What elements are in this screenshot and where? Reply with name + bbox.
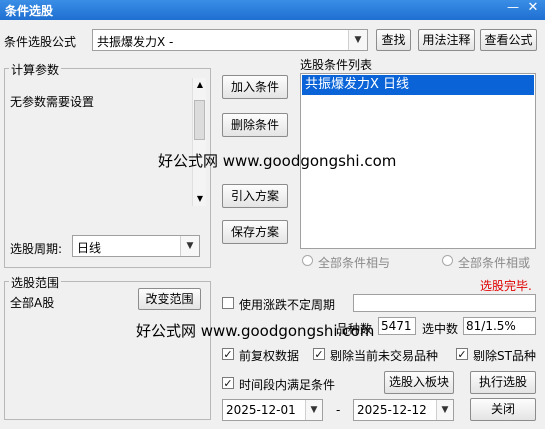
to-block-button[interactable]: 选股入板块 — [384, 371, 454, 394]
period-label: 选股周期: — [10, 242, 63, 256]
params-group-label: 计算参数 — [9, 61, 62, 78]
minimize-icon[interactable]: — — [506, 0, 520, 16]
time-range-label: 时间段内满足条件 — [239, 378, 336, 392]
delete-condition-button[interactable]: 删除条件 — [222, 113, 288, 137]
change-scope-button[interactable]: 改变范围 — [138, 288, 201, 310]
params-scrollbar[interactable]: ▲ ▼ — [192, 78, 206, 206]
formula-value: 共振爆发力X - — [97, 35, 174, 49]
radio-or-label: 全部条件相或 — [458, 256, 531, 270]
radio-or[interactable] — [442, 255, 453, 266]
total-field: 5471 — [378, 317, 416, 335]
window-title: 条件选股 — [5, 4, 54, 18]
remove-st-checkbox[interactable]: ✓ — [456, 348, 468, 360]
params-text: 无参数需要设置 — [10, 95, 95, 109]
remove-st-label: 剔除ST品种 — [473, 349, 536, 363]
checkmark-icon: ✓ — [457, 348, 467, 361]
period-input[interactable] — [353, 294, 536, 312]
selected-value: 81/1.5% — [466, 319, 516, 333]
fq-checkbox[interactable]: ✓ — [222, 348, 234, 360]
use-period-label: 使用涨跌不定周期 — [239, 298, 336, 312]
close-icon[interactable]: ✕ — [525, 0, 541, 16]
remove-untraded-checkbox[interactable]: ✓ — [313, 348, 325, 360]
save-plan-button[interactable]: 保存方案 — [222, 220, 288, 244]
conditions-label: 选股条件列表 — [300, 58, 373, 72]
total-value: 5471 — [381, 319, 412, 333]
time-range-checkbox[interactable]: ✓ — [222, 377, 234, 389]
end-date: 2025-12-12 — [357, 403, 427, 417]
end-date-picker[interactable]: 2025-12-12 ▼ — [353, 399, 454, 421]
run-selection-button[interactable]: 执行选股 — [470, 371, 536, 394]
date-separator: - — [336, 403, 341, 417]
formula-combo[interactable]: 共振爆发力X - ▼ — [92, 29, 368, 51]
status-text: 选股完毕. — [480, 279, 532, 293]
scope-value: 全部A股 — [10, 296, 55, 310]
add-condition-button[interactable]: 加入条件 — [222, 75, 288, 99]
chevron-down-icon[interactable]: ▼ — [348, 30, 367, 50]
chevron-down-icon[interactable]: ▼ — [180, 236, 199, 256]
fq-label: 前复权数据 — [239, 349, 300, 363]
period-value: 日线 — [77, 241, 102, 255]
close-button[interactable]: 关闭 — [470, 398, 536, 421]
watermark-text: 好公式网 www.goodgongshi.com — [158, 152, 397, 170]
formula-label: 条件选股公式 — [4, 35, 77, 49]
condition-item[interactable]: 共振爆发力X 日线 — [302, 75, 534, 95]
period-combo[interactable]: 日线 ▼ — [72, 235, 200, 257]
scroll-thumb[interactable] — [194, 100, 205, 140]
radio-and[interactable] — [302, 255, 313, 266]
find-button[interactable]: 查找 — [376, 29, 411, 51]
use-period-checkbox[interactable] — [222, 297, 234, 309]
radio-and-label: 全部条件相与 — [318, 256, 391, 270]
checkmark-icon: ✓ — [314, 348, 324, 361]
start-date-picker[interactable]: 2025-12-01 ▼ — [222, 399, 323, 421]
usage-button[interactable]: 用法注释 — [418, 29, 475, 51]
import-plan-button[interactable]: 引入方案 — [222, 184, 288, 208]
selected-label: 选中数 — [422, 322, 459, 336]
remove-untraded-label: 剔除当前未交易品种 — [330, 349, 439, 363]
chevron-down-icon[interactable]: ▼ — [436, 400, 453, 420]
view-formula-button[interactable]: 查看公式 — [480, 29, 537, 51]
scope-group-label: 选股范围 — [9, 274, 62, 291]
title-bar: 条件选股 — ✕ — [0, 0, 545, 20]
chevron-down-icon[interactable]: ▼ — [305, 400, 322, 420]
selected-field: 81/1.5% — [463, 317, 536, 335]
checkmark-icon: ✓ — [223, 377, 233, 390]
start-date: 2025-12-01 — [226, 403, 296, 417]
scroll-up-icon[interactable]: ▲ — [194, 80, 206, 89]
watermark-text: 好公式网 www.goodgongshi.com — [136, 322, 375, 340]
scroll-down-icon[interactable]: ▼ — [194, 194, 206, 203]
checkmark-icon: ✓ — [223, 348, 233, 361]
